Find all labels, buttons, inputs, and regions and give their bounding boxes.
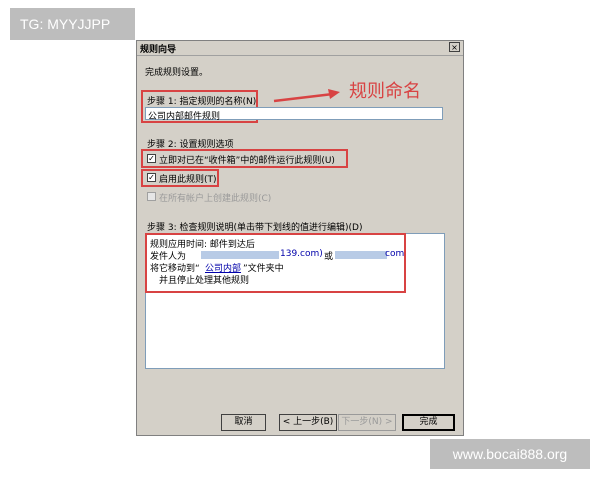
watermark-tag: TG: MYYJJPP — [10, 8, 135, 40]
all-accounts-checkbox[interactable] — [147, 192, 156, 201]
desc-domain1: 139.com) — [280, 249, 323, 259]
desc-line3-suffix: ”文件夹中 — [243, 264, 284, 274]
redacted-address-2 — [335, 251, 387, 259]
rule-name-value: 公司内部邮件规则 — [148, 112, 221, 122]
all-accounts-label: 在所有帐户上创建此规则(C) — [159, 194, 272, 204]
close-button[interactable]: × — [449, 42, 460, 52]
annotation-arrow — [273, 89, 340, 103]
back-button[interactable]: < 上一步(B) — [279, 414, 337, 431]
run-now-checkbox[interactable]: ✓ — [147, 154, 156, 163]
dialog-title: 规则向导 — [140, 45, 177, 55]
desc-line4: 并且停止处理其他规则 — [159, 276, 250, 286]
title-bar: 规则向导 × — [137, 41, 463, 56]
cancel-button[interactable]: 取消 — [221, 414, 266, 431]
enable-rule-checkbox[interactable]: ✓ — [147, 173, 156, 182]
desc-domain2: com — [385, 249, 405, 259]
annotation-label: 规则命名 — [349, 81, 421, 102]
step3-label: 步骤 3: 检查规则说明(单击带下划线的值进行编辑)(D) — [147, 223, 363, 233]
enable-rule-label: 启用此规则(T) — [159, 175, 217, 185]
redacted-address-1 — [201, 251, 279, 259]
desc-or: 或 — [324, 252, 334, 262]
rule-name-input[interactable]: 公司内部邮件规则 — [145, 107, 443, 122]
watermark-site: www.bocai888.org — [430, 439, 590, 469]
run-now-label: 立即对已在“收件箱”中的邮件运行此规则(U) — [159, 156, 335, 166]
finish-button[interactable]: 完成 — [402, 414, 455, 431]
next-button[interactable]: 下一步(N) > — [338, 414, 396, 431]
intro-text: 完成规则设置。 — [145, 68, 209, 78]
step1-label: 步骤 1: 指定规则的名称(N) — [147, 97, 257, 107]
